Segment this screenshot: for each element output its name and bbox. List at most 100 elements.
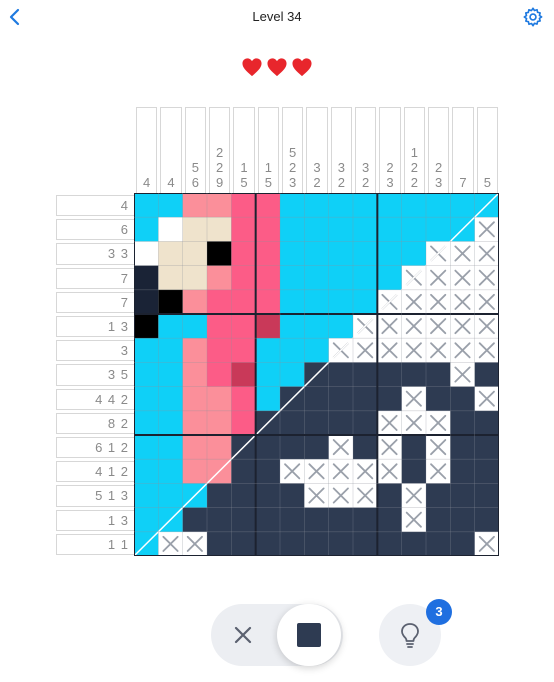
cell-filled[interactable] <box>304 507 330 533</box>
cell-filled[interactable] <box>207 362 232 388</box>
cell-filled[interactable] <box>426 507 451 533</box>
cell-filled[interactable] <box>353 217 378 242</box>
cell-filled[interactable] <box>401 217 427 242</box>
cell-filled[interactable] <box>377 531 403 556</box>
cell-filled[interactable] <box>304 265 330 291</box>
cell-filled[interactable] <box>328 362 354 388</box>
cross-icon[interactable] <box>231 623 255 647</box>
cell-filled[interactable] <box>255 241 281 267</box>
cell-filled[interactable] <box>304 410 330 436</box>
cell-filled[interactable] <box>353 289 378 315</box>
cell-filled[interactable] <box>377 507 403 533</box>
cell-filled[interactable] <box>377 265 403 291</box>
cell-filled[interactable] <box>134 410 159 436</box>
fill-mode-button[interactable] <box>277 604 341 666</box>
cell-filled[interactable] <box>182 507 208 533</box>
cell-filled[interactable] <box>304 531 330 556</box>
cell-filled[interactable] <box>280 435 305 460</box>
cell-filled[interactable] <box>255 314 281 339</box>
cell-filled[interactable] <box>231 531 257 556</box>
cell-filled[interactable] <box>134 386 159 412</box>
cell-filled[interactable] <box>280 289 305 315</box>
cell-filled[interactable] <box>353 507 378 533</box>
cell-filled[interactable] <box>231 314 257 339</box>
cell-filled[interactable] <box>280 362 305 388</box>
cell-filled[interactable] <box>474 435 499 460</box>
cell-filled[interactable] <box>450 483 476 509</box>
cell-filled[interactable] <box>134 193 159 218</box>
cell-filled[interactable] <box>474 459 499 484</box>
cell-filled[interactable] <box>450 435 476 460</box>
cell-filled[interactable] <box>353 386 378 412</box>
cell-filled[interactable] <box>304 193 330 218</box>
cell-filled[interactable] <box>207 410 232 436</box>
cell-filled[interactable] <box>231 459 257 484</box>
cell-filled[interactable] <box>158 410 184 436</box>
cell-filled[interactable] <box>255 483 281 509</box>
cell-filled[interactable] <box>328 386 354 412</box>
cell-filled[interactable] <box>304 241 330 267</box>
cell-filled[interactable] <box>182 362 208 388</box>
cell-filled[interactable] <box>255 265 281 291</box>
cell-filled[interactable] <box>255 435 281 460</box>
cell-filled[interactable] <box>255 338 281 363</box>
cell-filled[interactable] <box>182 338 208 363</box>
cell-filled[interactable] <box>182 410 208 436</box>
cell-filled[interactable] <box>207 531 232 556</box>
cell-filled[interactable] <box>401 531 427 556</box>
cell-filled[interactable] <box>280 217 305 242</box>
cell-filled[interactable] <box>328 410 354 436</box>
cell-filled[interactable] <box>231 483 257 509</box>
cell-filled[interactable] <box>134 362 159 388</box>
cell-filled[interactable] <box>401 435 427 460</box>
cell-filled[interactable] <box>353 435 378 460</box>
cell-filled[interactable] <box>207 265 232 291</box>
cell-filled[interactable] <box>182 459 208 484</box>
gear-icon[interactable] <box>522 6 544 28</box>
cell-filled[interactable] <box>158 338 184 363</box>
cell-filled[interactable] <box>134 507 159 533</box>
cell-filled[interactable] <box>328 217 354 242</box>
cell-filled[interactable] <box>474 483 499 509</box>
cell-filled[interactable] <box>328 289 354 315</box>
cell-filled[interactable] <box>280 531 305 556</box>
cell-filled[interactable] <box>304 289 330 315</box>
cell-filled[interactable] <box>231 265 257 291</box>
cell-filled[interactable] <box>231 507 257 533</box>
cell-filled[interactable] <box>450 459 476 484</box>
cell-filled[interactable] <box>353 193 378 218</box>
cell-filled[interactable] <box>134 314 159 339</box>
cell-filled[interactable] <box>450 410 476 436</box>
cell-filled[interactable] <box>231 289 257 315</box>
cell-filled[interactable] <box>280 241 305 267</box>
cell-filled[interactable] <box>353 531 378 556</box>
cell-filled[interactable] <box>280 410 305 436</box>
cell-filled[interactable] <box>304 386 330 412</box>
cell-filled[interactable] <box>182 386 208 412</box>
cell-filled[interactable] <box>280 338 305 363</box>
cell-filled[interactable] <box>255 459 281 484</box>
cell-filled[interactable] <box>255 193 281 218</box>
cell-filled[interactable] <box>134 459 159 484</box>
cell-filled[interactable] <box>207 435 232 460</box>
mode-toggle[interactable] <box>211 604 343 666</box>
nonogram-board[interactable] <box>134 193 499 556</box>
cell-filled[interactable] <box>255 531 281 556</box>
cell-filled[interactable] <box>474 507 499 533</box>
cell-filled[interactable] <box>450 386 476 412</box>
cell-filled[interactable] <box>328 193 354 218</box>
cell-filled[interactable] <box>134 217 159 242</box>
cell-filled[interactable] <box>401 241 427 267</box>
board-canvas[interactable] <box>134 193 499 556</box>
cell-filled[interactable] <box>426 531 451 556</box>
cell-filled[interactable] <box>450 507 476 533</box>
cell-filled[interactable] <box>231 386 257 412</box>
cell-filled[interactable] <box>328 507 354 533</box>
cell-filled[interactable] <box>182 241 208 267</box>
cell-filled[interactable] <box>158 483 184 509</box>
cell-filled[interactable] <box>353 362 378 388</box>
cell-filled[interactable] <box>158 362 184 388</box>
cell-filled[interactable] <box>426 362 451 388</box>
cell-filled[interactable] <box>304 314 330 339</box>
cell-filled[interactable] <box>182 314 208 339</box>
